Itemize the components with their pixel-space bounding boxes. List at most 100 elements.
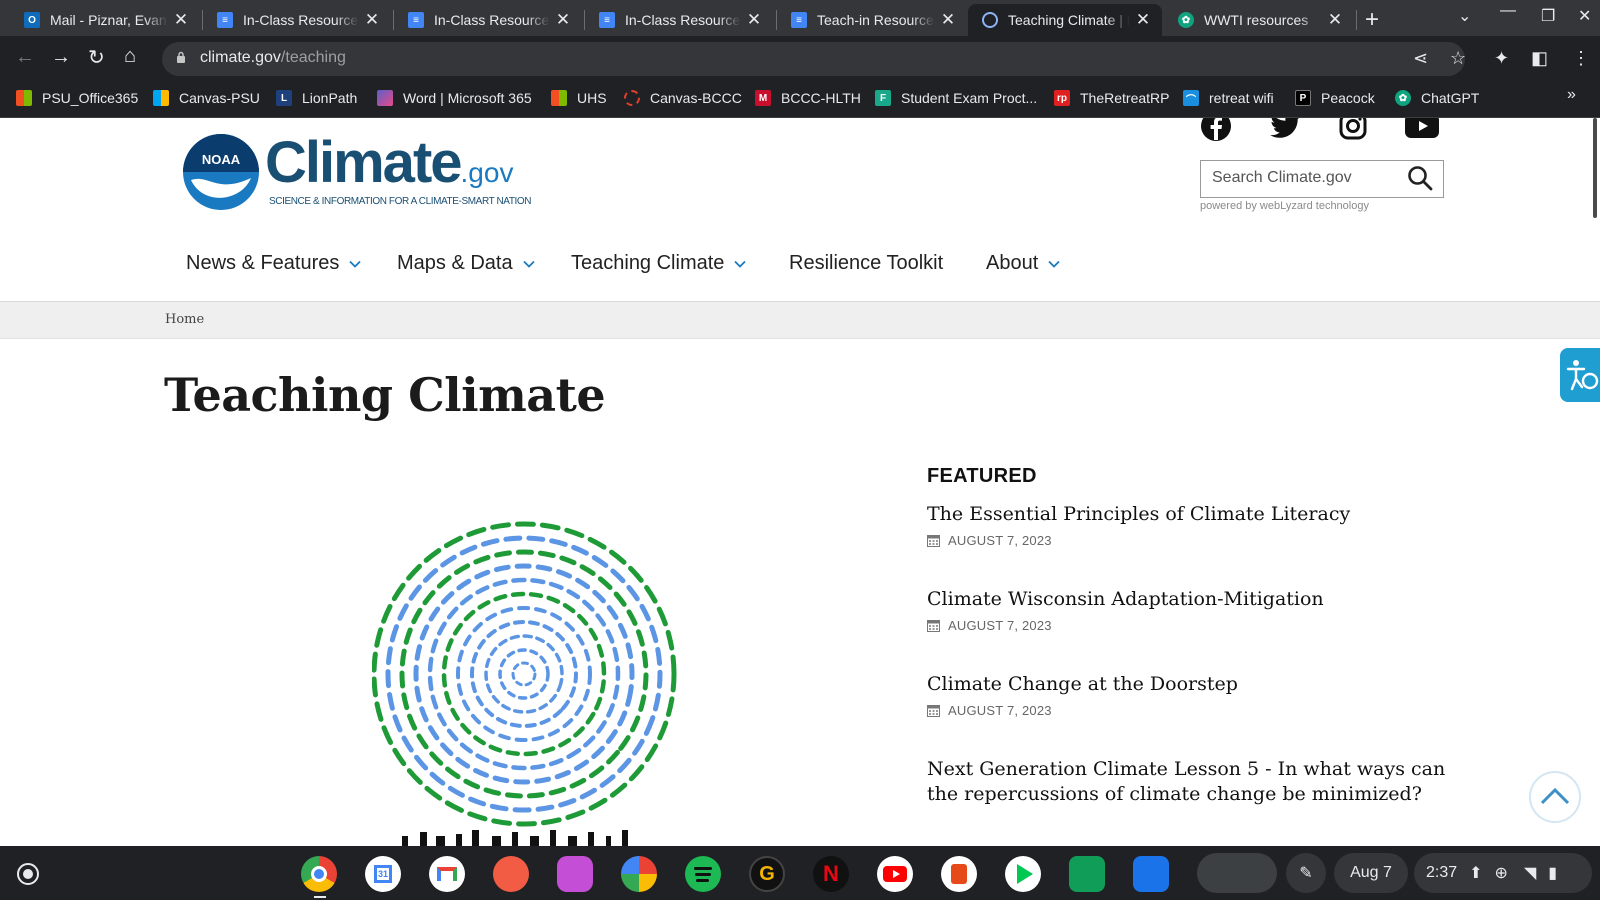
calendar-icon[interactable]: 31 [365,856,401,892]
chatgpt-icon: ✿ [1178,12,1194,28]
nav-resilience-toolkit[interactable]: Resilience Toolkit [789,252,943,275]
chrome-icon[interactable] [301,856,337,892]
featured-article-date: AUGUST 7, 2023 [927,703,1052,718]
close-icon[interactable]: ✕ [363,10,381,30]
tab-mail[interactable]: O Mail - Piznar, Evan M✕ [10,4,200,36]
bookmark-retreat-rp[interactable]: rp TheRetreatRP [1054,87,1169,109]
microsoft-icon [551,90,567,106]
youtube-icon[interactable] [877,856,913,892]
files-icon[interactable] [1133,856,1169,892]
bookmark-retreat-wifi[interactable]: ⌒ retreat wifi [1183,87,1274,109]
stylus-icon[interactable]: ✎ [1286,853,1326,893]
breadcrumb-home[interactable]: Home [165,312,204,327]
restore-icon[interactable]: ❐ [1541,6,1555,26]
bookmark-canvas-bccc[interactable]: Canvas-BCCC [624,87,742,109]
bookmark-chatgpt[interactable]: ✿ ChatGPT [1395,87,1479,109]
youtube-icon[interactable] [1405,118,1439,138]
share-icon[interactable]: ⋖ [1413,48,1428,69]
bookmark-word[interactable]: Word | Microsoft 365 [377,87,532,109]
lionpath-icon: L [276,90,292,106]
microsoft-icon [153,90,169,106]
close-icon[interactable]: ✕ [745,10,763,30]
tab-in-class-1[interactable]: ≡ In-Class Resources ✕ [203,4,391,36]
home-icon[interactable]: ⌂ [124,45,136,68]
bookmark-uhs[interactable]: UHS [551,87,607,109]
tab-teach-in[interactable]: ≡ Teach-in Resources ✕ [777,4,967,36]
address-text[interactable]: climate.gov/teaching [200,49,346,67]
canvas-app-icon[interactable] [557,856,593,892]
breadcrumb [0,301,1600,339]
tab-search-icon[interactable]: ⌄ [1458,6,1471,26]
docs-icon: ≡ [791,12,807,28]
docs-icon: ≡ [217,12,233,28]
date-pill[interactable]: Aug 7 [1334,853,1408,893]
nav-teaching-climate[interactable]: Teaching Climate [571,252,747,275]
search-icon[interactable] [1407,165,1433,191]
close-icon[interactable]: ✕ [1326,10,1344,30]
tab-in-class-2[interactable]: ≡ In-Class Resources ✕ [394,4,582,36]
netflix-icon[interactable]: N [813,856,849,892]
featured-article-title[interactable]: The Essential Principles of Climate Lite… [927,502,1447,527]
climate-gov-icon [982,12,998,28]
tab-in-class-3[interactable]: ≡ In-Class Resources ✕ [585,4,773,36]
system-tray[interactable]: 2:37 ⬆ ⊕ ◥ ▮ [1414,853,1592,893]
back-to-top-button[interactable] [1529,771,1581,823]
photos-icon[interactable] [621,856,657,892]
reload-icon[interactable]: ↻ [88,45,105,70]
paint-icon[interactable] [493,856,529,892]
bookmark-canvas-psu[interactable]: Canvas-PSU [153,87,260,109]
bookmark-student-exam[interactable]: F Student Exam Proct... [875,87,1037,109]
bookmark-psu-office365[interactable]: PSU_Office365 [16,87,138,109]
nav-maps-data[interactable]: Maps & Data [397,252,535,275]
bookmark-star-icon[interactable]: ☆ [1450,48,1466,69]
window-previews[interactable] [1197,853,1277,893]
calendar-icon [927,620,940,632]
featured-article-date: AUGUST 7, 2023 [927,618,1052,633]
extensions-icon[interactable]: ✦ [1494,48,1509,69]
more-bookmarks-icon[interactable]: » [1567,86,1576,104]
twitter-icon[interactable] [1270,118,1302,140]
side-panel-icon[interactable]: ◧ [1531,48,1548,69]
office-icon[interactable] [941,856,977,892]
noaa-logo-icon: NOAA [183,134,259,210]
close-icon[interactable]: ✕ [554,10,572,30]
page-scrollbar[interactable] [1593,118,1597,218]
featured-article-title[interactable]: Climate Change at the Doorstep [927,672,1447,697]
search-placeholder: Search Climate.gov [1212,169,1352,186]
featured-article-title[interactable]: Next Generation Climate Lesson 5 - In wh… [927,757,1447,807]
nav-news-features[interactable]: News & Features [186,252,362,275]
spotify-icon[interactable] [685,856,721,892]
play-store-icon[interactable] [1005,856,1041,892]
sheets-icon[interactable] [1069,856,1105,892]
menu-icon[interactable]: ⋮ [1572,48,1590,69]
m365-icon [377,90,393,106]
window-close-icon[interactable]: ✕ [1578,6,1591,26]
forward-icon[interactable]: → [51,46,71,69]
tab-wwti[interactable]: ✿ WWTI resources ✕ [1164,4,1354,36]
back-icon[interactable]: ← [15,46,35,69]
accessibility-button[interactable] [1560,348,1600,402]
close-icon[interactable]: ✕ [1134,10,1152,30]
gmail-icon[interactable] [429,856,465,892]
featured-heading: FEATURED [927,465,1037,487]
address-bar[interactable] [162,42,1465,76]
tab-teaching-climate[interactable]: Teaching Climate | N ✕ [968,4,1162,36]
grammarly-icon[interactable]: G [749,856,785,892]
site-logo[interactable]: NOAA Climate.gov SCIENCE & INFORMATION F… [181,126,561,212]
new-tab-icon[interactable]: + [1365,6,1379,34]
close-icon[interactable]: ✕ [172,10,190,30]
bookmark-bccc-hlth[interactable]: M BCCC-HLTH [755,87,861,109]
mcgraw-hill-icon: M [755,90,771,106]
facebook-icon[interactable] [1200,118,1232,142]
nav-about[interactable]: About [986,252,1060,275]
canvas-icon [624,90,640,106]
close-icon[interactable]: ✕ [939,10,957,30]
minimize-icon[interactable]: — [1500,2,1516,20]
featured-article-title[interactable]: Climate Wisconsin Adaptation-Mitigation [927,587,1447,612]
wifi-page-icon: ⌒ [1183,90,1199,106]
bookmark-lionpath[interactable]: L LionPath [276,87,357,109]
featured-image[interactable] [372,514,682,846]
instagram-icon[interactable] [1339,118,1367,140]
launcher-icon[interactable] [16,862,40,886]
bookmark-peacock[interactable]: P Peacock [1295,87,1375,109]
